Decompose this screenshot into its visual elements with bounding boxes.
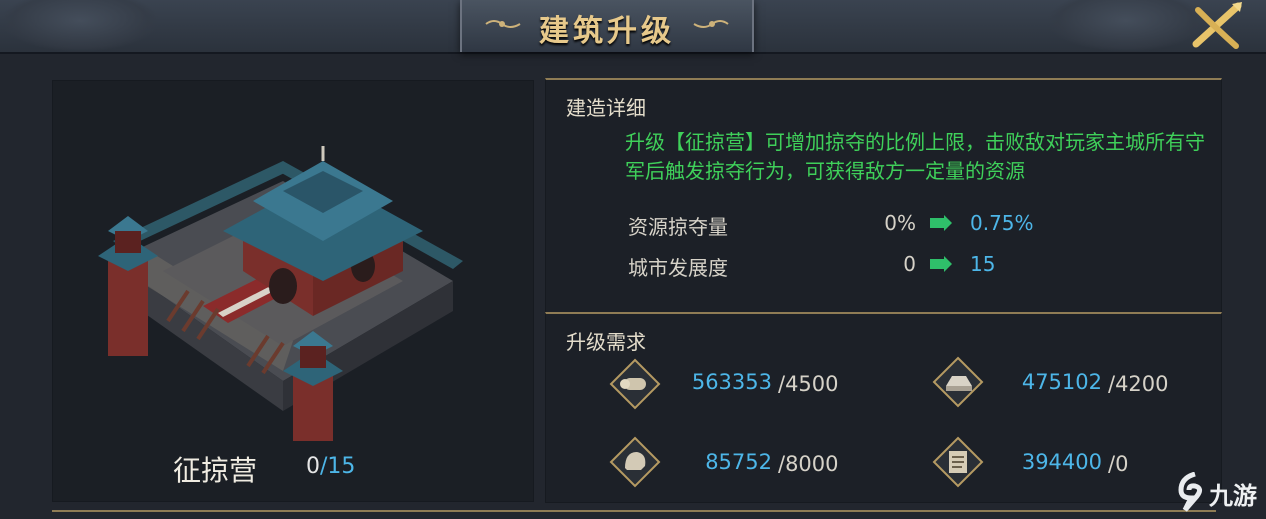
stat-from-development: 0 <box>903 252 916 276</box>
dragon-ornament-right <box>1046 0 1206 52</box>
stat-from-loot: 0% <box>884 211 916 235</box>
ingot-icon <box>932 356 984 408</box>
bottom-divider <box>52 510 1216 512</box>
watermark: 九游 <box>1175 470 1265 515</box>
stat-to-development: 15 <box>970 252 996 276</box>
max-level: /15 <box>320 454 356 479</box>
building-level: 0/15 <box>306 454 355 479</box>
top-bar: 建筑升级 <box>0 0 1266 54</box>
building-illustration <box>98 146 463 441</box>
req-have-3: 85752 <box>705 450 772 474</box>
building-name: 征掠营 <box>173 454 258 487</box>
stat-to-loot: 0.75% <box>970 211 1034 235</box>
req-need-1: /4500 <box>778 372 839 396</box>
req-have-2: 475102 <box>1021 370 1102 394</box>
close-icon[interactable] <box>1188 0 1246 52</box>
req-have-4: 394400 <box>1021 450 1102 474</box>
building-preview-panel: 征掠营 0/15 <box>52 80 534 502</box>
title-ornament-right-icon <box>693 20 729 28</box>
building-description: 升级【征掠营】可增加掠夺的比例上限，击败敌对玩家主城所有守军后触发掠夺行为，可获… <box>625 130 1205 183</box>
req-have-1: 563353 <box>691 370 772 394</box>
document-icon <box>932 436 984 488</box>
stat-label-loot: 资源掠夺量 <box>628 215 728 239</box>
arrow-right-icon <box>930 256 952 272</box>
helmet-icon <box>609 436 661 488</box>
watermark-logo-icon <box>1178 472 1203 512</box>
detail-section-title: 建造详细 <box>566 96 646 120</box>
title-plate: 建筑升级 <box>460 0 754 52</box>
arrow-right-icon <box>930 215 952 231</box>
req-need-2: /4200 <box>1108 372 1169 396</box>
current-level: 0 <box>306 454 320 479</box>
requirements-section-title: 升级需求 <box>566 330 646 354</box>
stat-label-development: 城市发展度 <box>628 256 728 280</box>
scroll-icon <box>609 358 661 410</box>
dragon-ornament-left <box>0 0 160 52</box>
watermark-text: 九游 <box>1209 482 1257 510</box>
req-need-4: /0 <box>1108 452 1129 476</box>
req-need-3: /8000 <box>778 452 839 476</box>
